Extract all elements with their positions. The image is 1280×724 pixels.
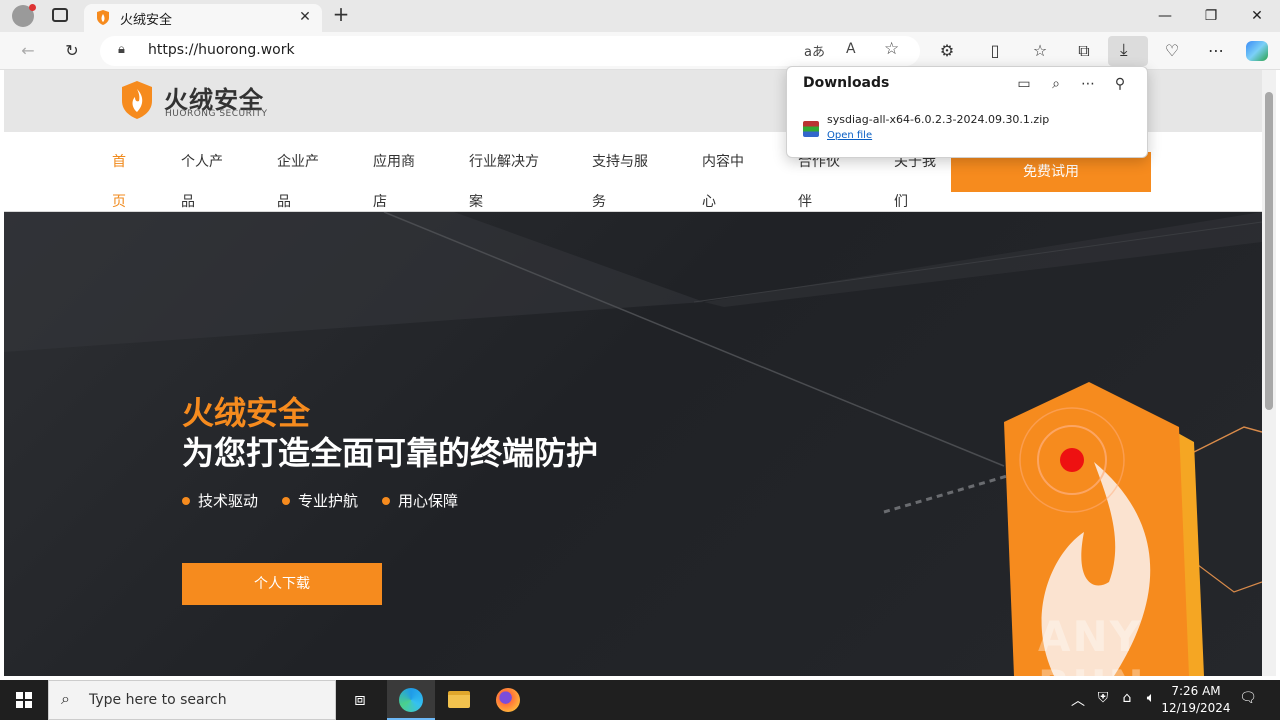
personal-download-button[interactable]: 个人下载 [182, 563, 382, 605]
logo-text-en: HUORONG SECURITY [165, 109, 268, 119]
more-menu-icon[interactable]: ⋯ [1204, 39, 1228, 63]
downloads-button[interactable]: ⤓ [1108, 36, 1148, 66]
browser-essentials-icon[interactable]: ♡ [1160, 39, 1184, 63]
refresh-icon[interactable]: ↻ [60, 39, 84, 63]
copilot-icon[interactable] [1246, 41, 1268, 61]
nav-industry-solutions[interactable]: 行业解决方案 [469, 142, 545, 222]
downloads-more-icon[interactable]: ⋯ [1077, 73, 1099, 95]
translate-icon[interactable]: aあ [804, 41, 825, 60]
url-text[interactable]: https://huorong.work [148, 42, 295, 58]
windows-taskbar: ⌕ Type here to search ⧈ ︿ ⛨ ⌂ 🔈︎ 7:26 AM… [0, 680, 1280, 720]
search-downloads-icon[interactable]: ⌕ [1045, 73, 1067, 95]
maximize-button[interactable]: ❐ [1188, 0, 1234, 32]
hero-bullet-care: 用心保障 [382, 490, 458, 511]
nav-home[interactable]: 首页 [112, 142, 132, 222]
collections-icon[interactable]: ⧉ [1072, 39, 1096, 63]
nav-support-service[interactable]: 支持与服务 [592, 142, 654, 222]
tab-close-icon[interactable]: ✕ [296, 8, 314, 26]
file-explorer-icon[interactable] [435, 680, 483, 720]
notifications-icon[interactable]: 🗨︎ [1238, 690, 1258, 706]
new-tab-button[interactable]: + [330, 4, 352, 26]
task-view-icon[interactable]: ⧈ [336, 680, 384, 720]
browser-toolbar: ← ↻ 🔒︎ https://huorong.work aあ A ☆ ⚙ ▯ ☆… [0, 32, 1280, 70]
pin-icon[interactable]: ⚲ [1109, 73, 1131, 95]
back-icon[interactable]: ← [16, 39, 40, 63]
firefox-icon[interactable] [484, 680, 532, 720]
search-placeholder[interactable]: Type here to search [89, 692, 227, 708]
favorite-star-icon[interactable]: ☆ [884, 39, 899, 59]
hero-bullet-professional: 专业护航 [282, 490, 358, 511]
start-button[interactable] [0, 680, 48, 720]
address-bar[interactable]: 🔒︎ https://huorong.work aあ A ☆ [100, 36, 920, 66]
tab-huorong[interactable]: 火绒安全 ✕ [84, 4, 322, 32]
open-file-link[interactable]: Open file [827, 130, 872, 141]
download-file-name[interactable]: sysdiag-all-x64-6.0.2.3-2024.09.30.1.zip [827, 113, 1049, 126]
huorong-favicon-icon [97, 10, 109, 25]
hero-bullet-tech: 技术驱动 [182, 490, 258, 511]
nav-content-center[interactable]: 内容中心 [702, 142, 752, 222]
tab-actions-icon[interactable] [52, 8, 68, 22]
read-aloud-icon[interactable]: A [846, 41, 856, 57]
scrollbar-thumb[interactable] [1265, 92, 1273, 410]
windows-logo-icon [16, 692, 32, 708]
page-scrollbar[interactable] [1262, 70, 1276, 676]
split-screen-icon[interactable]: ▯ [983, 39, 1007, 63]
search-icon: ⌕ [61, 689, 70, 708]
download-icon: ⤓ [1120, 40, 1128, 60]
nav-personal-products[interactable]: 个人产品 [181, 142, 231, 222]
downloads-title: Downloads [803, 75, 890, 91]
tab-strip: 火绒安全 ✕ + — ❐ ✕ [0, 0, 1280, 32]
minimize-button[interactable]: — [1142, 0, 1188, 32]
hero-title-tagline: 为您打造全面可靠的终端防护 [182, 434, 599, 472]
free-trial-button[interactable]: 免费试用 [951, 152, 1151, 192]
zip-file-icon [803, 121, 819, 137]
clock-date: 12/19/2024 [1161, 701, 1231, 715]
nav-enterprise-products[interactable]: 企业产品 [277, 142, 327, 222]
web-page: 火绒安全 HUORONG SECURITY 首页 个人产品 企业产品 应用商店 … [4, 70, 1262, 676]
taskbar-search[interactable]: ⌕ Type here to search [48, 680, 336, 720]
extensions-icon[interactable]: ⚙ [935, 39, 959, 63]
profile-icon[interactable] [12, 4, 36, 27]
downloads-panel: Downloads ▭ ⌕ ⋯ ⚲ sysdiag-all-x64-6.0.2.… [786, 66, 1148, 158]
anyrun-watermark: ANY RUN [1038, 612, 1144, 676]
tray-chevron-icon[interactable]: ︿ [1068, 690, 1088, 710]
edge-taskbar-icon[interactable] [387, 680, 435, 720]
close-window-button[interactable]: ✕ [1234, 0, 1280, 32]
tab-title: 火绒安全 [120, 13, 173, 28]
lock-icon[interactable]: 🔒︎ [118, 42, 125, 57]
tray-security-icon[interactable]: ⛨ [1093, 690, 1113, 706]
open-folder-icon[interactable]: ▭ [1013, 73, 1035, 95]
network-icon[interactable]: ⌂ [1117, 690, 1137, 706]
volume-icon[interactable]: 🔈︎ [1141, 690, 1161, 706]
favorites-icon[interactable]: ☆ [1028, 39, 1052, 63]
huorong-logo-icon[interactable] [120, 81, 154, 119]
nav-app-store[interactable]: 应用商店 [373, 142, 423, 222]
taskbar-clock[interactable]: 7:26 AM 12/19/2024 [1160, 683, 1232, 717]
clock-time: 7:26 AM [1171, 684, 1221, 698]
hero-banner: 火绒安全 为您打造全面可靠的终端防护 技术驱动 专业护航 用心保障 个人下载 A… [4, 212, 1262, 676]
